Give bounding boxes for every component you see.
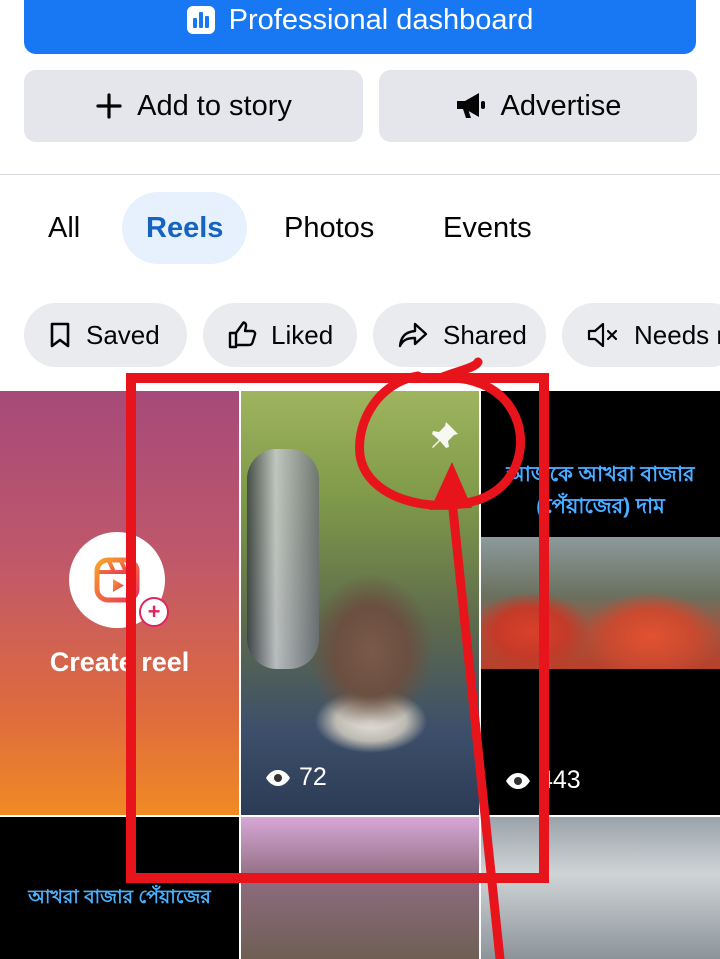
plus-icon — [95, 92, 123, 120]
create-reel-tile[interactable]: + Create reel — [0, 391, 239, 815]
reel-tile[interactable]: আজকে আখরা বাজার (পেঁয়াজের) দাম 443 — [481, 391, 720, 815]
filter-saved-chip[interactable]: Saved — [24, 303, 187, 367]
filter-liked-chip[interactable]: Liked — [203, 303, 357, 367]
reel-tile[interactable] — [241, 817, 479, 959]
advertise-button[interactable]: Advertise — [379, 70, 697, 142]
filter-saved-label: Saved — [86, 319, 160, 350]
filter-liked-label: Liked — [271, 319, 334, 350]
tab-all[interactable]: All — [48, 192, 80, 264]
eye-icon — [265, 769, 291, 787]
tab-events[interactable]: Events — [443, 192, 532, 264]
tab-all-label: All — [48, 211, 81, 244]
view-count-value: 72 — [299, 763, 327, 791]
tab-reels[interactable]: Reels — [122, 192, 248, 264]
video-title-overlay: আজকে আখরা বাজার (পেঁয়াজের) দাম — [506, 463, 695, 518]
filter-needs-chip[interactable]: Needs r — [562, 303, 720, 367]
tab-reels-label: Reels — [146, 211, 224, 244]
professional-dashboard-button[interactable]: Professional dashboard — [24, 0, 696, 54]
muted-speaker-icon — [586, 321, 620, 349]
filter-shared-chip[interactable]: Shared — [373, 303, 546, 367]
video-thumbnail — [247, 449, 319, 669]
view-count: 72 — [265, 763, 327, 792]
reel-tile-pinned[interactable]: 72 — [241, 391, 479, 815]
filter-needs-label: Needs r — [634, 319, 720, 350]
create-reel-label: Create reel — [49, 647, 190, 677]
add-icon: + — [139, 597, 169, 627]
filter-shared-label: Shared — [443, 319, 527, 350]
megaphone-icon — [455, 91, 487, 121]
divider — [0, 174, 720, 175]
add-to-story-label: Add to story — [137, 89, 292, 122]
reel-tile[interactable]: আখরা বাজার পেঁয়াজের — [0, 817, 239, 959]
tab-photos[interactable]: Photos — [284, 192, 374, 264]
professional-dashboard-label: Professional dashboard — [228, 3, 534, 36]
pin-icon[interactable] — [427, 419, 461, 458]
view-count: 443 — [505, 766, 581, 795]
bar-chart-icon — [186, 6, 215, 34]
tab-photos-label: Photos — [284, 211, 375, 244]
reel-tile[interactable] — [481, 817, 720, 959]
eye-icon — [505, 772, 531, 790]
advertise-label: Advertise — [500, 89, 622, 122]
thumbs-up-icon — [227, 321, 257, 349]
add-to-story-button[interactable]: Add to story — [24, 70, 363, 142]
tab-events-label: Events — [443, 211, 532, 244]
view-count-value: 443 — [539, 766, 581, 794]
bookmark-icon — [48, 321, 72, 349]
share-icon — [397, 321, 429, 349]
video-title-overlay: আখরা বাজার পেঁয়াজের — [28, 887, 211, 908]
video-thumbnail — [481, 537, 720, 669]
